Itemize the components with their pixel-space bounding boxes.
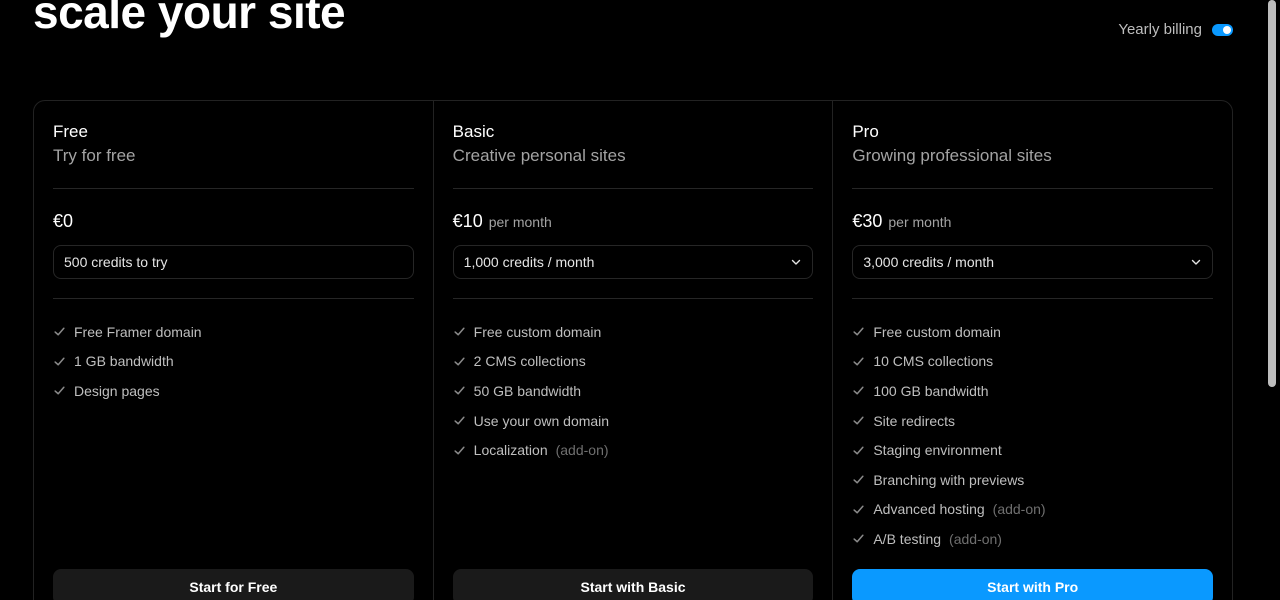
plan-period: per month (888, 214, 952, 230)
feature-item: 100 GB bandwidth (852, 376, 1213, 406)
addon-tag: (add-on) (992, 501, 1046, 518)
check-icon (853, 386, 864, 395)
feature-item: 50 GB bandwidth (453, 376, 814, 406)
feature-text: Staging environment (873, 442, 1002, 459)
check-icon (54, 357, 65, 366)
scrollbar-thumb[interactable] (1268, 0, 1276, 387)
divider (452, 298, 814, 299)
price-row: €30 per month (852, 211, 1213, 235)
check-icon (454, 327, 465, 336)
plan-price: €30 (852, 211, 883, 231)
feature-item: Branching with previews (852, 465, 1213, 495)
chevron-down-icon (1191, 259, 1201, 265)
feature-text: Advanced hosting (873, 501, 985, 518)
plan-subtitle: Try for free (53, 146, 136, 165)
yearly-billing-toggle[interactable] (1212, 23, 1233, 36)
plan-period: per month (488, 214, 552, 230)
divider (852, 298, 1214, 299)
plan-name: Free (53, 122, 88, 141)
credits-field: 500 credits to try (53, 245, 414, 279)
plan-subtitle: Creative personal sites (452, 146, 626, 165)
check-icon (454, 357, 465, 366)
feature-list: Free Framer domain 1 GB bandwidth Design… (53, 317, 414, 406)
check-icon (454, 386, 465, 395)
feature-item: Free custom domain (453, 317, 814, 347)
feature-text: 1 GB bandwidth (74, 353, 174, 370)
feature-list: Free custom domain 10 CMS collections 10… (852, 317, 1213, 554)
chevron-down-icon (792, 259, 801, 265)
start-pro-button[interactable]: Start with Pro (852, 569, 1214, 600)
plan-price: €0 (53, 211, 74, 231)
feature-text: Design pages (74, 382, 160, 399)
credits-dropdown[interactable]: 1,000 credits / month (452, 245, 814, 279)
price-row: €10 per month (453, 211, 814, 235)
pricing-page: scale your site Yearly billing Free Try … (0, 0, 1280, 600)
feature-text: 50 GB bandwidth (473, 382, 582, 399)
divider (53, 188, 414, 189)
page-headline: scale your site (33, 0, 346, 38)
plan-card-free: Free Try for free €0 500 credits to try … (34, 101, 433, 600)
check-icon (54, 386, 65, 395)
page-scrollbar[interactable] (1268, 0, 1276, 600)
start-basic-button[interactable]: Start with Basic (452, 569, 814, 600)
feature-text: 10 CMS collections (873, 353, 994, 370)
feature-text: 2 CMS collections (473, 353, 586, 370)
feature-list: Free custom domain 2 CMS collections 50 … (453, 317, 814, 465)
credits-label: 500 credits to try (64, 254, 168, 270)
feature-item: A/B testing (add-on) (852, 524, 1213, 554)
price-row: €0 (53, 211, 414, 235)
feature-item: Advanced hosting (add-on) (852, 495, 1213, 525)
feature-text: Use your own domain (473, 412, 610, 429)
feature-text: Localization (473, 442, 548, 459)
addon-tag: (add-on) (555, 442, 609, 459)
feature-item: 1 GB bandwidth (53, 347, 414, 377)
feature-item: Use your own domain (453, 406, 814, 436)
feature-item: Site redirects (852, 406, 1213, 436)
feature-item: 2 CMS collections (453, 347, 814, 377)
plan-name: Pro (852, 122, 879, 141)
billing-toggle-group: Yearly billing (1118, 21, 1233, 38)
feature-text: Free custom domain (473, 323, 602, 340)
feature-text: Free custom domain (873, 323, 1001, 340)
divider (53, 298, 414, 299)
check-icon (853, 416, 864, 425)
check-icon (853, 327, 864, 336)
feature-text: Free Framer domain (74, 323, 202, 340)
plan-name: Basic (452, 122, 495, 141)
addon-tag: (add-on) (949, 530, 1002, 547)
billing-toggle-label: Yearly billing (1118, 21, 1202, 38)
plan-card-pro: Pro Growing professional sites €30 per m… (832, 101, 1232, 600)
plan-subtitle: Growing professional sites (852, 146, 1052, 165)
check-icon (853, 446, 864, 455)
divider (452, 188, 814, 189)
feature-text: Site redirects (873, 412, 956, 429)
credits-selected-value: 1,000 credits / month (463, 254, 595, 270)
toggle-knob (1223, 25, 1231, 34)
feature-item: Staging environment (852, 435, 1213, 465)
feature-text: A/B testing (873, 530, 942, 547)
divider (852, 188, 1214, 189)
feature-text: 100 GB bandwidth (873, 382, 989, 399)
plan-price: €10 (452, 211, 483, 231)
feature-item: 10 CMS collections (852, 347, 1213, 377)
feature-item: Free Framer domain (53, 317, 414, 347)
check-icon (853, 475, 864, 484)
feature-text: Branching with previews (873, 471, 1025, 488)
check-icon (853, 505, 864, 514)
credits-selected-value: 3,000 credits / month (863, 254, 995, 270)
check-icon (853, 534, 864, 543)
feature-item: Localization (add-on) (453, 435, 814, 465)
start-free-button[interactable]: Start for Free (53, 569, 414, 600)
check-icon (454, 446, 465, 455)
check-icon (54, 327, 65, 336)
feature-item: Free custom domain (852, 317, 1213, 347)
credits-dropdown[interactable]: 3,000 credits / month (852, 245, 1214, 279)
plans-grid: Free Try for free €0 500 credits to try … (33, 100, 1233, 600)
feature-item: Design pages (53, 376, 414, 406)
check-icon (853, 357, 864, 366)
check-icon (454, 416, 465, 425)
plan-card-basic: Basic Creative personal sites €10 per mo… (432, 101, 833, 600)
